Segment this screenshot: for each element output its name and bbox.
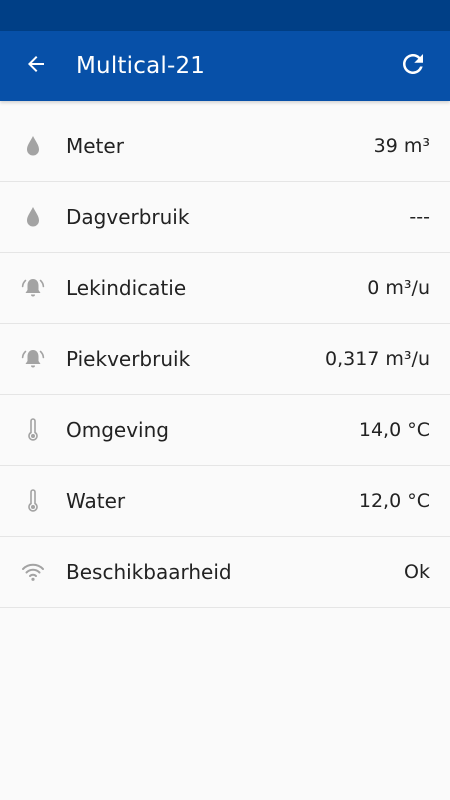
row-label: Dagverbruik [66,205,190,229]
arrow-left-icon [24,52,48,80]
water-drop-icon [20,204,46,230]
list-item-meter: Meter 39 m³ [0,111,450,182]
refresh-icon [398,49,428,83]
row-label: Omgeving [66,418,169,442]
row-label: Lekindicatie [66,276,187,300]
wifi-icon [20,559,46,585]
list-item-water: Water 12,0 °C [0,466,450,537]
refresh-button[interactable] [394,47,432,85]
row-value: 0 m³/u [367,277,430,299]
row-label: Piekverbruik [66,347,191,371]
row-value: 39 m³ [373,135,430,157]
alarm-bell-icon [20,346,46,372]
status-bar [0,0,450,31]
water-drop-icon [20,133,46,159]
thermometer-icon [20,417,46,443]
thermometer-icon [20,488,46,514]
meter-details-list: Meter 39 m³ Dagverbruik --- Lekindicatie… [0,111,450,608]
row-label: Water [66,489,126,513]
alarm-bell-icon [20,275,46,301]
row-value: 0,317 m³/u [324,348,430,370]
app-bar: Multical-21 [0,31,450,101]
row-value: 12,0 °C [358,490,430,512]
back-button[interactable] [18,48,54,84]
row-value: Ok [404,561,430,583]
row-label: Beschikbaarheid [66,560,232,584]
list-item-omgeving: Omgeving 14,0 °C [0,395,450,466]
page-title: Multical-21 [76,53,206,79]
row-label: Meter [66,134,124,158]
row-value: 14,0 °C [358,419,430,441]
list-item-lekindicatie: Lekindicatie 0 m³/u [0,253,450,324]
list-item-beschikbaarheid: Beschikbaarheid Ok [0,537,450,608]
row-value: --- [409,206,430,228]
list-item-dagverbruik: Dagverbruik --- [0,182,450,253]
list-item-piekverbruik: Piekverbruik 0,317 m³/u [0,324,450,395]
